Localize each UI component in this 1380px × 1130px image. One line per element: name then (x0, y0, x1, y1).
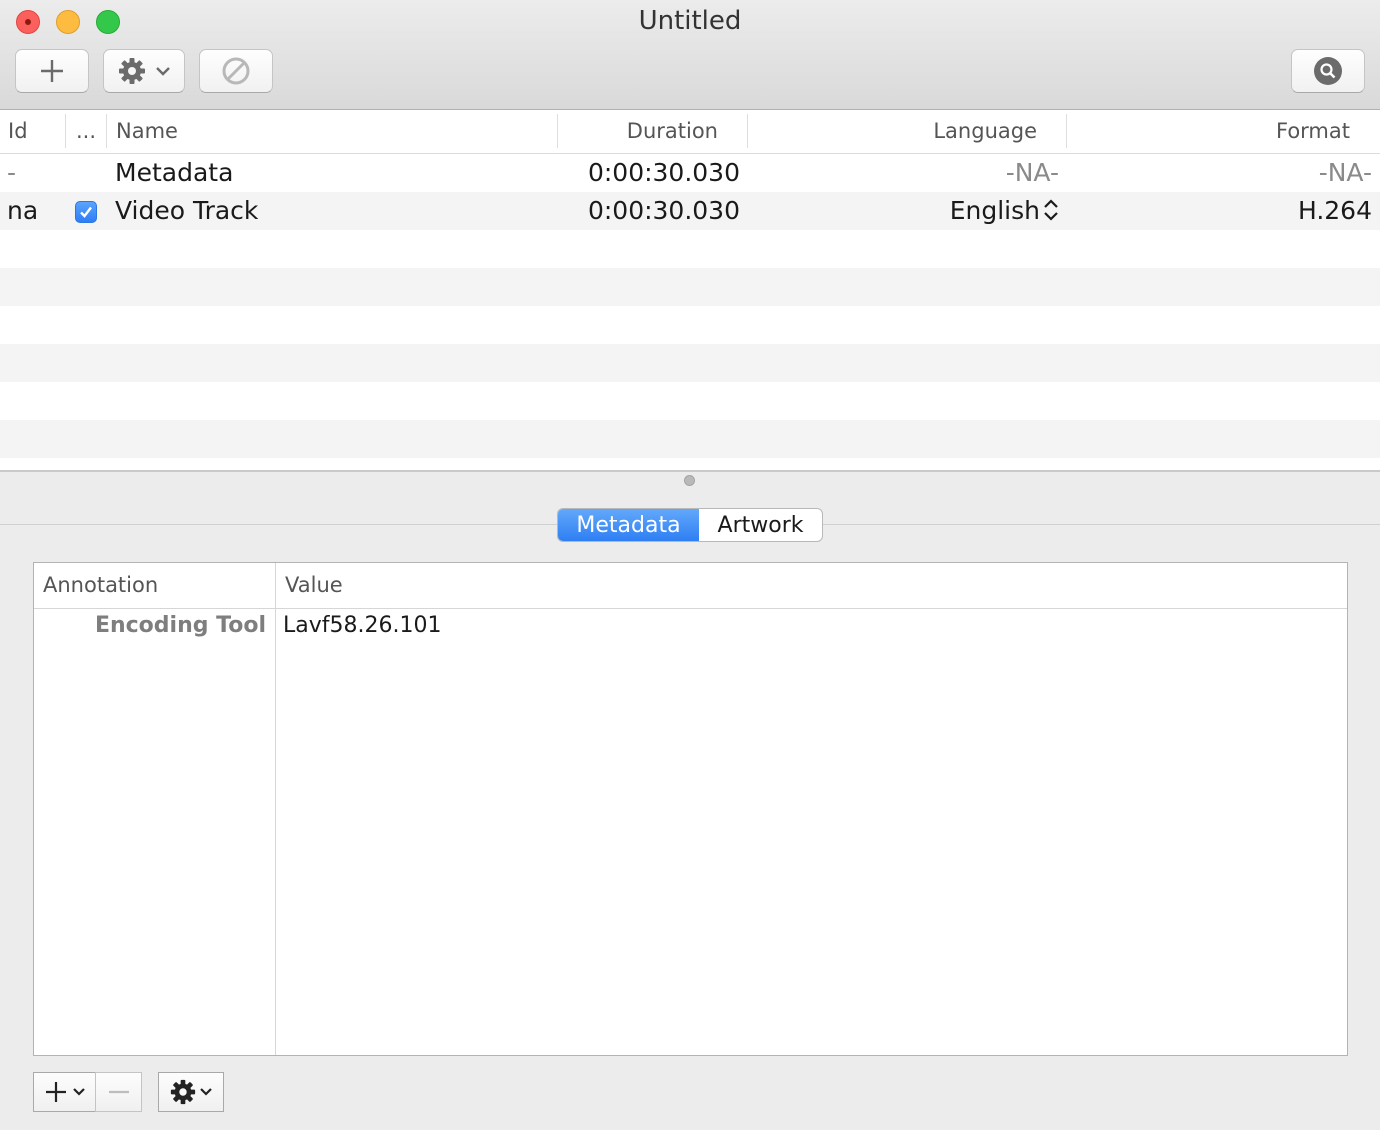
track-duration: 0:00:30.030 (587, 158, 740, 187)
add-track-button[interactable] (15, 49, 89, 93)
chevron-down-icon (156, 67, 170, 76)
empty-row (0, 268, 1380, 306)
column-header-duration[interactable]: Duration (570, 110, 718, 153)
chevron-down-icon (200, 1088, 212, 1096)
metadata-action-button[interactable] (158, 1072, 224, 1112)
track-name: Metadata (115, 158, 234, 187)
column-header-annotation[interactable]: Annotation (43, 563, 158, 608)
column-header-enabled[interactable]: ... (76, 110, 96, 153)
track-format: -NA- (1318, 158, 1372, 187)
annotation-key: Encoding Tool (94, 613, 266, 638)
split-view-divider[interactable] (0, 470, 1380, 472)
tab-metadata[interactable]: Metadata (558, 509, 699, 541)
empty-row (0, 230, 1380, 268)
table-row[interactable]: na Video Track 0:00:30.030 English H.264 (0, 192, 1380, 230)
track-name: Video Track (115, 196, 259, 225)
plus-icon (41, 60, 63, 82)
tracks-table-header: Id ... Name Duration Language Format (0, 110, 1380, 154)
gear-icon (119, 58, 145, 84)
track-duration: 0:00:30.030 (587, 196, 740, 225)
stop-button[interactable] (199, 49, 273, 93)
minus-icon (108, 1090, 129, 1094)
search-button[interactable] (1291, 49, 1365, 93)
track-id: - (7, 158, 17, 187)
title-bar: Untitled (0, 0, 1380, 110)
empty-row (0, 344, 1380, 382)
empty-row (0, 420, 1380, 458)
column-header-id[interactable]: Id (8, 110, 28, 153)
track-language: -NA- (1005, 158, 1059, 187)
column-header-value[interactable]: Value (285, 563, 343, 608)
track-id: na (7, 196, 39, 225)
action-menu-button[interactable] (103, 49, 185, 93)
table-row[interactable]: Encoding Tool Lavf58.26.101 (34, 609, 1347, 643)
remove-metadata-button[interactable] (95, 1072, 142, 1112)
checkmark-icon (80, 206, 92, 218)
window-title: Untitled (638, 6, 742, 36)
column-header-name[interactable]: Name (116, 110, 178, 153)
track-format: H.264 (1297, 196, 1372, 225)
divider-handle[interactable] (684, 475, 695, 486)
column-header-language[interactable]: Language (760, 110, 1037, 153)
empty-row (0, 382, 1380, 420)
annotation-value[interactable]: Lavf58.26.101 (283, 609, 441, 643)
tab-artwork[interactable]: Artwork (699, 509, 822, 541)
up-down-arrows-icon (1044, 199, 1058, 221)
plus-icon (45, 1082, 66, 1102)
metadata-table-header: Annotation Value (34, 563, 1347, 609)
search-icon (1314, 57, 1342, 85)
tracks-table[interactable]: Id ... Name Duration Language Format - M… (0, 110, 1380, 470)
track-enabled-checkbox[interactable] (75, 201, 97, 223)
column-header-format[interactable]: Format (1080, 110, 1350, 153)
language-popup[interactable]: English (880, 192, 1060, 230)
metadata-table[interactable]: Annotation Value Encoding Tool Lavf58.26… (33, 562, 1348, 1056)
empty-row (0, 306, 1380, 344)
add-metadata-button[interactable] (33, 1072, 96, 1112)
track-language: English (949, 196, 1040, 225)
table-row[interactable]: - Metadata 0:00:30.030 -NA- -NA- (0, 154, 1380, 192)
chevron-down-icon (72, 1088, 85, 1096)
gear-icon (170, 1079, 196, 1105)
prohibited-icon (222, 57, 250, 85)
tab-segmented-control[interactable]: Metadata Artwork (557, 508, 823, 542)
